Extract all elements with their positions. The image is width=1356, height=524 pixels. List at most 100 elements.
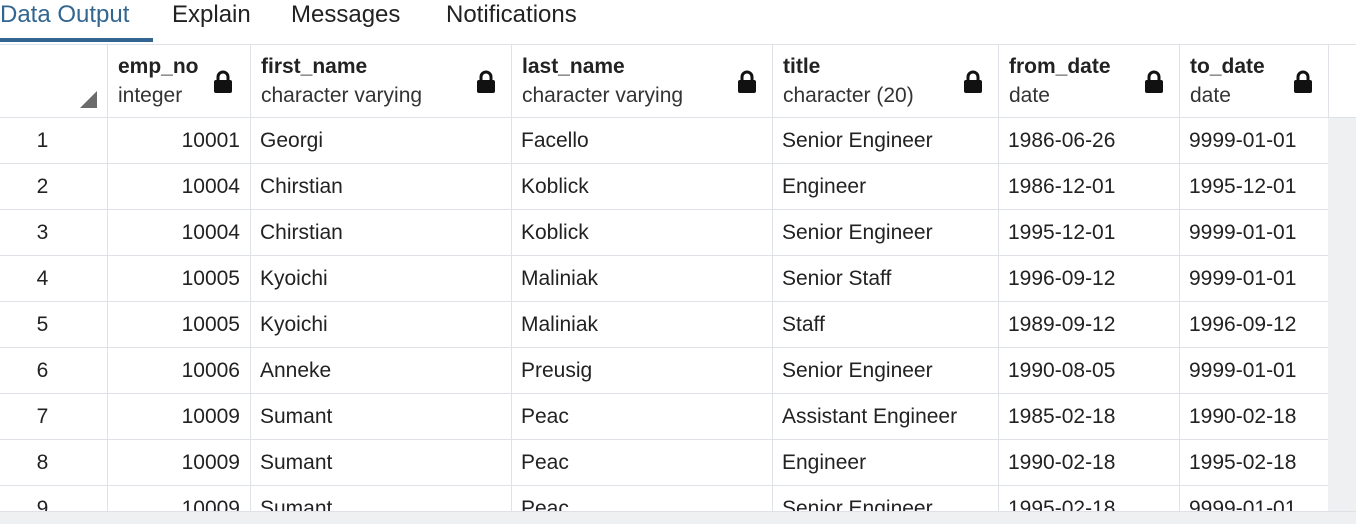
row-number[interactable]: 8 xyxy=(0,440,108,485)
cell-last-name[interactable]: Preusig xyxy=(511,348,773,393)
cell-from-date[interactable]: 1990-08-05 xyxy=(998,348,1180,393)
cell-emp-no[interactable]: 10009 xyxy=(107,394,251,439)
cell-first-name[interactable]: Chirstian xyxy=(250,210,512,255)
cell-emp-no[interactable]: 10009 xyxy=(107,486,251,511)
cell-first-name[interactable]: Chirstian xyxy=(250,164,512,209)
column-name: to_date xyxy=(1190,55,1265,78)
row-number[interactable]: 2 xyxy=(0,164,108,209)
lock-icon xyxy=(1294,70,1312,93)
column-name: last_name xyxy=(522,55,625,78)
cell-to-date[interactable]: 1995-12-01 xyxy=(1179,164,1329,209)
row-number[interactable]: 7 xyxy=(0,394,108,439)
column-header-emp-no[interactable]: emp_no integer xyxy=(107,45,251,117)
column-header-to-date[interactable]: to_datedate xyxy=(1179,45,1329,117)
cell-last-name[interactable]: Maliniak xyxy=(511,302,773,347)
row-number[interactable]: 6 xyxy=(0,348,108,393)
tab-explain[interactable]: Explain xyxy=(172,0,251,42)
row-number[interactable]: 9 xyxy=(0,486,108,511)
cell-first-name[interactable]: Kyoichi xyxy=(250,302,512,347)
cell-to-date[interactable]: 9999-01-01 xyxy=(1179,210,1329,255)
result-tabs: Data Output Explain Messages Notificatio… xyxy=(0,0,1356,45)
column-name: title xyxy=(783,55,821,78)
cell-first-name[interactable]: Sumant xyxy=(250,440,512,485)
cell-emp-no[interactable]: 10005 xyxy=(107,302,251,347)
cell-last-name[interactable]: Koblick xyxy=(511,164,773,209)
table-row[interactable]: 7 10009 Sumant Peac Assistant Engineer 1985-0… xyxy=(0,394,1329,440)
cell-from-date[interactable]: 1989-09-12 xyxy=(998,302,1180,347)
table-row[interactable]: 4 10005 Kyoichi Maliniak Senior Staff 1996-09… xyxy=(0,256,1329,302)
cell-first-name[interactable]: Georgi xyxy=(250,118,512,163)
row-number[interactable]: 3 xyxy=(0,210,108,255)
tab-data-output[interactable]: Data Output xyxy=(0,0,129,42)
cell-title[interactable]: Senior Engineer xyxy=(772,210,999,255)
cell-last-name[interactable]: Peac xyxy=(511,394,773,439)
cell-to-date[interactable]: 1996-09-12 xyxy=(1179,302,1329,347)
cell-first-name[interactable]: Sumant xyxy=(250,394,512,439)
cell-from-date[interactable]: 1986-12-01 xyxy=(998,164,1180,209)
select-all-triangle-icon xyxy=(80,91,97,108)
table-row[interactable]: 5 10005 Kyoichi Maliniak Staff 1989-09-12 1996… xyxy=(0,302,1329,348)
column-type: character (20) xyxy=(783,84,914,107)
cell-title[interactable]: Staff xyxy=(772,302,999,347)
cell-last-name[interactable]: Peac xyxy=(511,440,773,485)
table-row[interactable]: 6 10006 Anneke Preusig Senior Engineer 1990-0… xyxy=(0,348,1329,394)
row-number[interactable]: 1 xyxy=(0,118,108,163)
cell-to-date[interactable]: 1995-02-18 xyxy=(1179,440,1329,485)
column-header-first-name[interactable]: first_name character varying xyxy=(250,45,512,117)
cell-last-name[interactable]: Maliniak xyxy=(511,256,773,301)
tab-messages[interactable]: Messages xyxy=(291,0,400,42)
cell-emp-no[interactable]: 10005 xyxy=(107,256,251,301)
cell-first-name[interactable]: Anneke xyxy=(250,348,512,393)
cell-emp-no[interactable]: 10004 xyxy=(107,210,251,255)
cell-title[interactable]: Senior Engineer xyxy=(772,486,999,511)
cell-from-date[interactable]: 1985-02-18 xyxy=(998,394,1180,439)
row-number[interactable]: 5 xyxy=(0,302,108,347)
cell-emp-no[interactable]: 10009 xyxy=(107,440,251,485)
table-row[interactable]: 1 10001 Georgi Facello Senior Engineer 1986-0… xyxy=(0,118,1329,164)
cell-title[interactable]: Senior Engineer xyxy=(772,348,999,393)
tab-notifications[interactable]: Notifications xyxy=(446,0,577,42)
cell-to-date[interactable]: 9999-01-01 xyxy=(1179,486,1329,511)
cell-from-date[interactable]: 1986-06-26 xyxy=(998,118,1180,163)
grid-header: emp_no integer first_name character varying… xyxy=(0,45,1356,118)
cell-first-name[interactable]: Kyoichi xyxy=(250,256,512,301)
cell-from-date[interactable]: 1996-09-12 xyxy=(998,256,1180,301)
column-header-last-name[interactable]: last_name character varying xyxy=(511,45,773,117)
cell-to-date[interactable]: 1990-02-18 xyxy=(1179,394,1329,439)
cell-to-date[interactable]: 9999-01-01 xyxy=(1179,348,1329,393)
cell-emp-no[interactable]: 10006 xyxy=(107,348,251,393)
vertical-scrollbar[interactable] xyxy=(1328,118,1356,511)
cell-title[interactable]: Engineer xyxy=(772,164,999,209)
column-header-from-date[interactable]: from_date date xyxy=(998,45,1180,117)
table-row[interactable]: 9 10009 Sumant Peac Senior Engineer 1995-02-1… xyxy=(0,486,1329,511)
cell-last-name[interactable]: Facello xyxy=(511,118,773,163)
cell-title[interactable]: Senior Staff xyxy=(772,256,999,301)
cell-from-date[interactable]: 1995-12-01 xyxy=(998,210,1180,255)
horizontal-scrollbar[interactable] xyxy=(0,511,1356,524)
cell-title[interactable]: Senior Engineer xyxy=(772,118,999,163)
table-row[interactable]: 8 10009 Sumant Peac Engineer 1990-02-18 1995-0… xyxy=(0,440,1329,486)
cell-title[interactable]: Engineer xyxy=(772,440,999,485)
lock-icon xyxy=(964,70,982,93)
cell-emp-no[interactable]: 10004 xyxy=(107,164,251,209)
table-row[interactable]: 3 10004 Chirstian Koblick Senior Engineer 199… xyxy=(0,210,1329,256)
cell-last-name[interactable]: Peac xyxy=(511,486,773,511)
cell-emp-no[interactable]: 10001 xyxy=(107,118,251,163)
column-name: first_name xyxy=(261,55,368,78)
cell-to-date[interactable]: 9999-01-01 xyxy=(1179,118,1329,163)
cell-last-name[interactable]: Koblick xyxy=(511,210,773,255)
column-type: character varying xyxy=(522,84,684,107)
cell-from-date[interactable]: 1995-02-18 xyxy=(998,486,1180,511)
column-header-title[interactable]: title character (20) xyxy=(772,45,999,117)
table-row[interactable]: 2 10004 Chirstian Koblick Engineer 1986-12-01… xyxy=(0,164,1329,210)
cell-first-name[interactable]: Sumant xyxy=(250,486,512,511)
cell-to-date[interactable]: 9999-01-01 xyxy=(1179,256,1329,301)
cell-title[interactable]: Assistant Engineer xyxy=(772,394,999,439)
cell-from-date[interactable]: 1990-02-18 xyxy=(998,440,1180,485)
data-grid: emp_no integer first_name character varying… xyxy=(0,45,1356,511)
select-all-corner[interactable] xyxy=(0,45,108,117)
row-number[interactable]: 4 xyxy=(0,256,108,301)
column-name: emp_no xyxy=(118,55,199,78)
lock-icon xyxy=(477,70,495,93)
column-type: date xyxy=(1190,84,1231,107)
